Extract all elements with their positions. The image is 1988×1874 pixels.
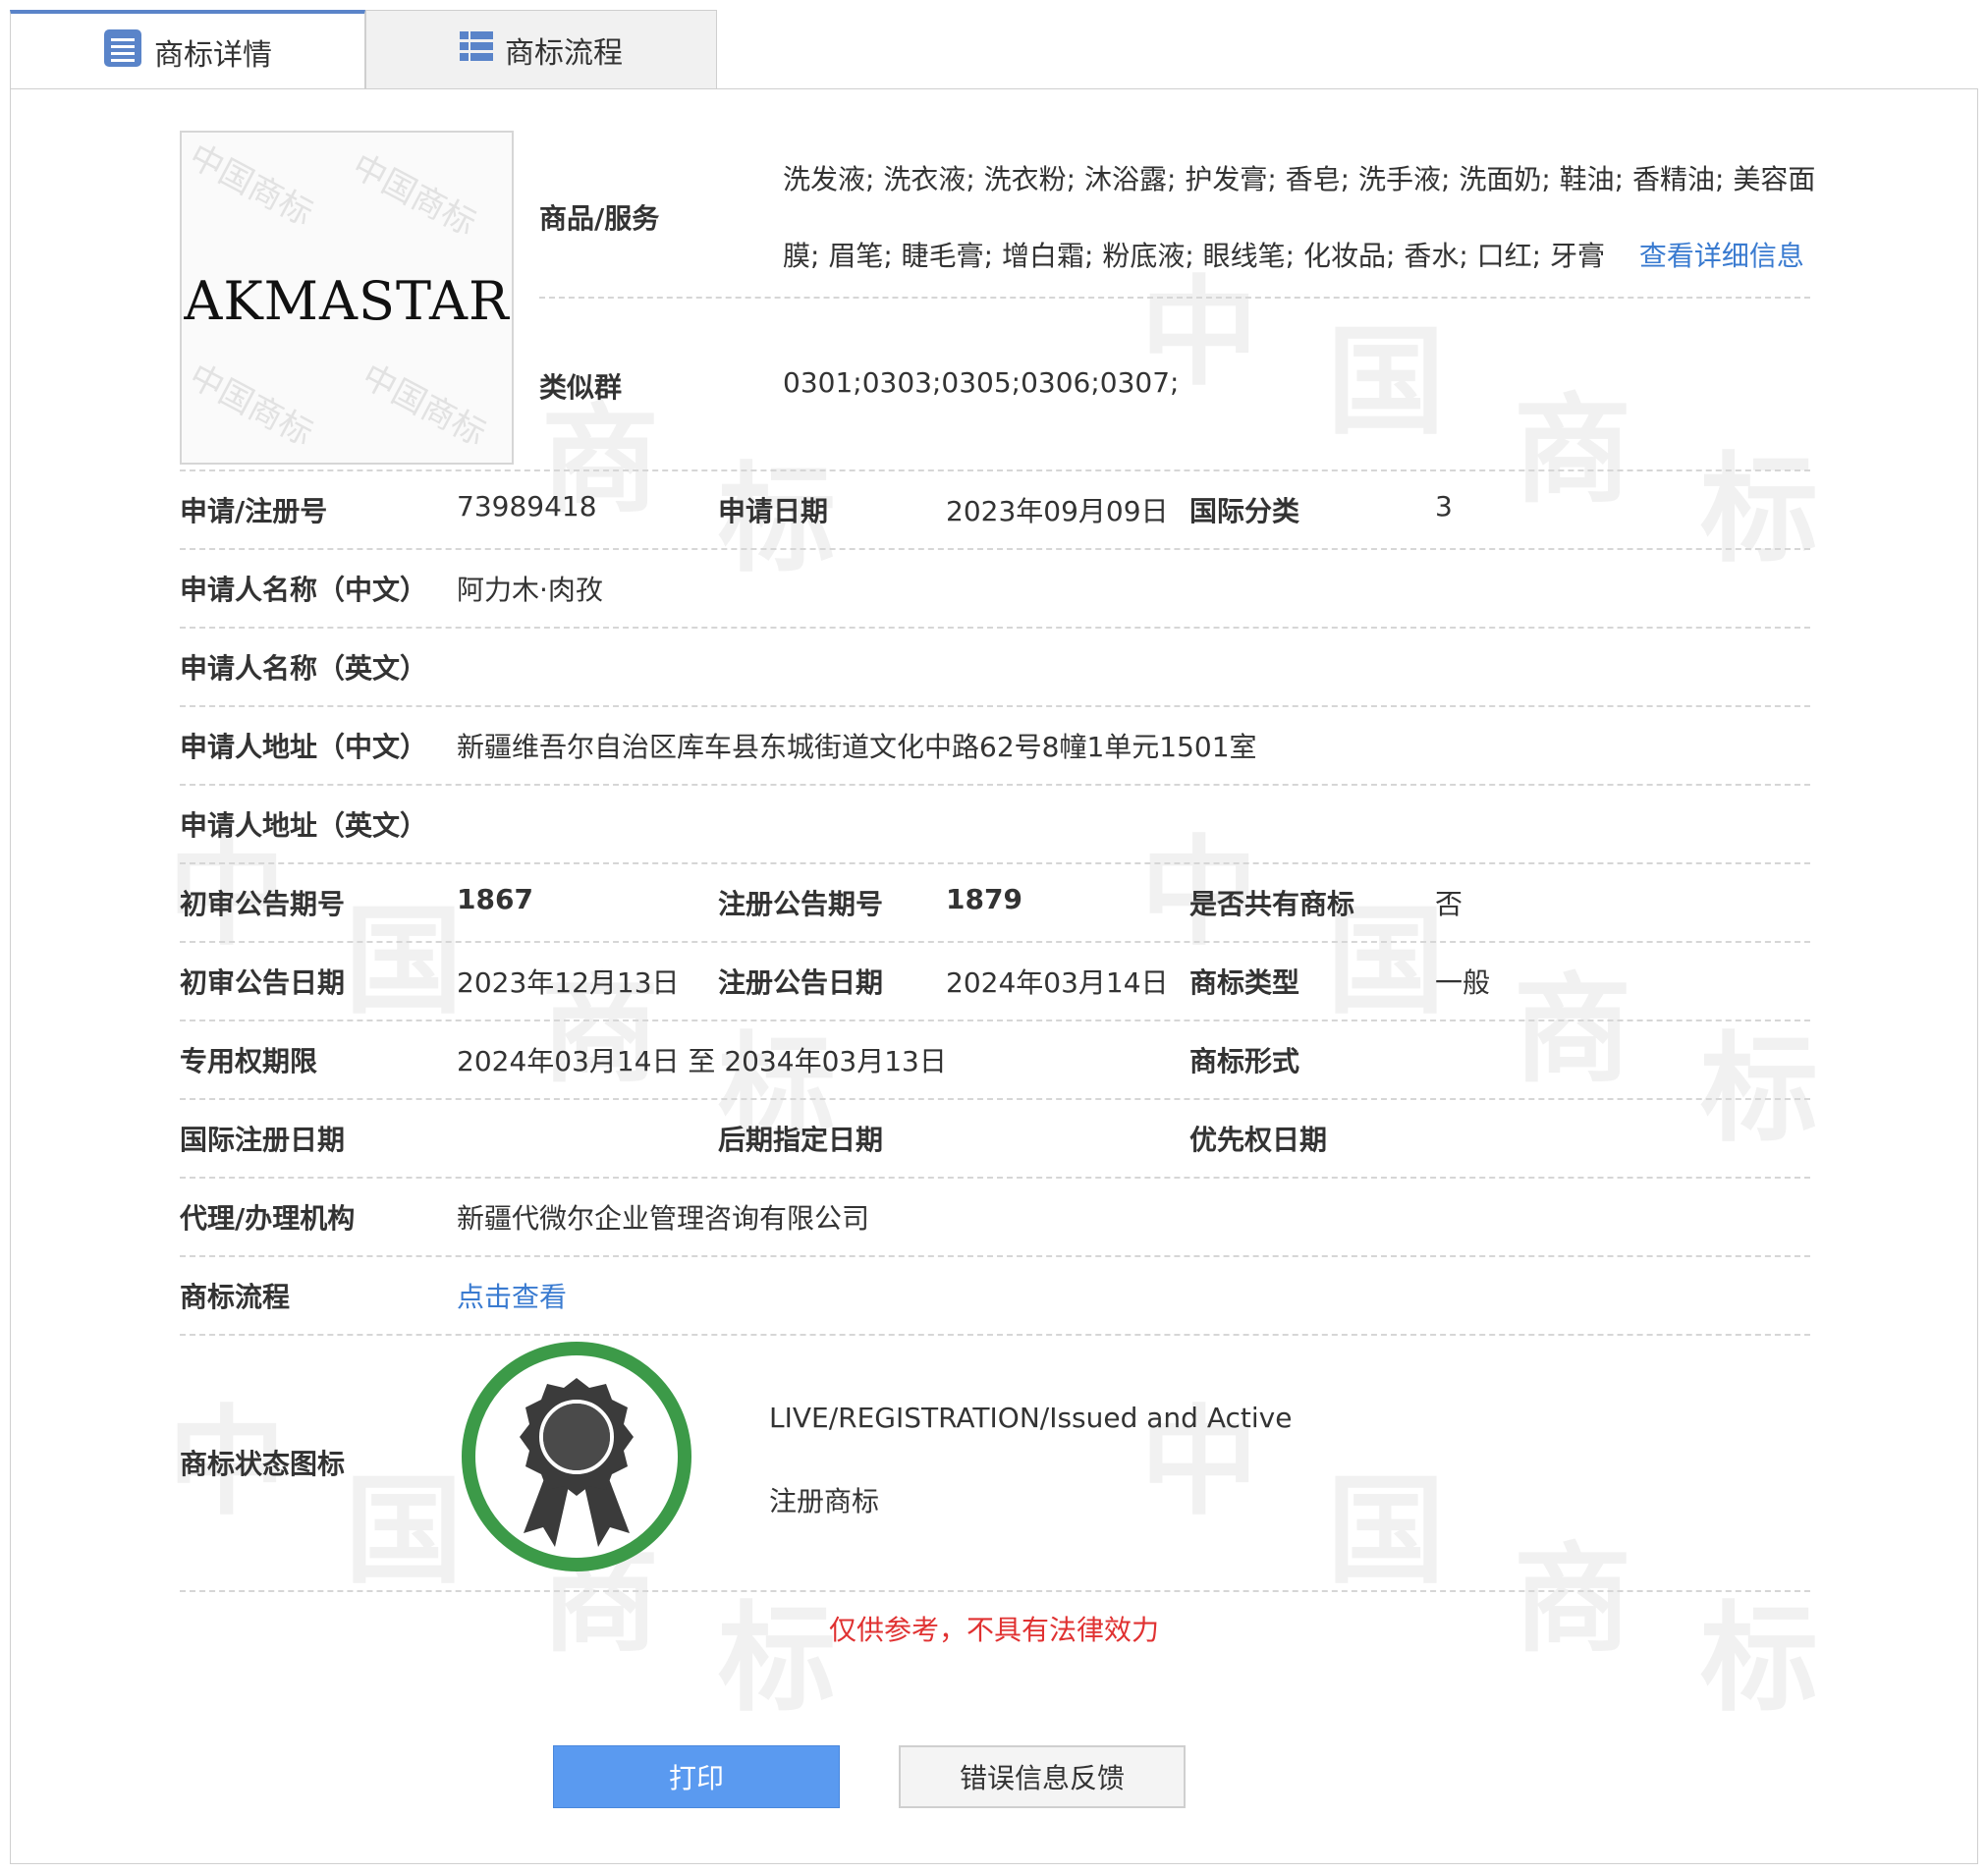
goods-services-label: 商品/服务 xyxy=(539,202,660,235)
reg-no-value: 73989418 xyxy=(457,490,597,523)
registered-badge-icon xyxy=(459,1339,694,1574)
goods-services-line-2: 膜; 眉笔; 睫毛膏; 增白霜; 粉底液; 眼线笔; 化妆品; 香水; 口红; … xyxy=(783,235,1804,274)
print-button[interactable]: 打印 xyxy=(553,1745,840,1808)
tab-label: 商标流程 xyxy=(505,35,623,71)
divider xyxy=(180,1590,1810,1592)
term-label: 专用权期限 xyxy=(180,1045,318,1077)
tab-trademark-flow[interactable]: 商标流程 xyxy=(365,10,717,88)
intl-reg-date-label: 国际注册日期 xyxy=(180,1124,346,1156)
divider xyxy=(180,862,1810,864)
watermark: 标 xyxy=(1700,1591,1818,1728)
grid-icon xyxy=(460,29,493,71)
reg-pub-no-label: 注册公告期号 xyxy=(718,888,884,920)
watermark: 商 xyxy=(1514,383,1631,520)
tm-type-label: 商标类型 xyxy=(1189,966,1300,999)
disclaimer-note: 仅供参考，不具有法律效力 xyxy=(828,1614,1159,1646)
tm-type-value: 一般 xyxy=(1435,966,1491,999)
divider xyxy=(180,1255,1810,1257)
divider xyxy=(539,297,1810,299)
status-en: LIVE/REGISTRATION/Issued and Active xyxy=(769,1402,1293,1434)
watermark: 国 xyxy=(345,894,463,1030)
tm-flow-label: 商标流程 xyxy=(180,1281,291,1313)
divider xyxy=(180,1098,1810,1100)
goods-services-text: 膜; 眉笔; 睫毛膏; 增白霜; 粉底液; 眼线笔; 化妆品; 香水; 口红; … xyxy=(783,240,1606,272)
watermark: 标 xyxy=(1700,442,1818,579)
details-panel: 中 国 商 标 商 标 中 国 商 标 中 国 商 标 中 国 商 标 中 国 … xyxy=(10,88,1978,1864)
logo-watermark: 中国商标 xyxy=(355,357,492,455)
applicant-en-label: 申请人名称（英文） xyxy=(180,652,428,685)
tm-flow-link[interactable]: 点击查看 xyxy=(457,1276,567,1315)
tm-form-label: 商标形式 xyxy=(1189,1045,1300,1077)
reg-pub-date-label: 注册公告日期 xyxy=(718,966,884,999)
agent-value: 新疆代微尔企业管理咨询有限公司 xyxy=(457,1202,870,1235)
watermark: 中 xyxy=(1140,1395,1258,1531)
divider xyxy=(180,469,1810,471)
divider xyxy=(180,1177,1810,1179)
prelim-no-label: 初审公告期号 xyxy=(180,888,346,920)
divider xyxy=(180,941,1810,943)
intl-class-label: 国际分类 xyxy=(1189,495,1300,527)
watermark: 国 xyxy=(1327,314,1445,451)
watermark: 商 xyxy=(1514,1532,1631,1669)
status-cn: 注册商标 xyxy=(769,1485,880,1517)
logo-watermark: 中国商标 xyxy=(182,137,319,235)
address-cn-value: 新疆维吾尔自治区库车县东城街道文化中路62号8幢1单元1501室 xyxy=(457,731,1257,763)
later-date-label: 后期指定日期 xyxy=(718,1124,884,1156)
shared-tm-label: 是否共有商标 xyxy=(1189,888,1355,920)
trademark-wordmark: AKMASTAR xyxy=(184,270,510,332)
applicant-cn-label: 申请人名称（中文） xyxy=(180,574,428,606)
agent-label: 代理/办理机构 xyxy=(180,1202,356,1235)
logo-watermark: 中国商标 xyxy=(182,357,319,455)
divider xyxy=(180,705,1810,707)
status-icon-label: 商标状态图标 xyxy=(180,1448,346,1480)
address-cn-label: 申请人地址（中文） xyxy=(180,731,428,763)
watermark: 国 xyxy=(1327,1463,1445,1600)
prelim-date-value: 2023年12月13日 xyxy=(457,966,680,999)
logo-watermark: 中国商标 xyxy=(345,146,482,245)
intl-class-value: 3 xyxy=(1435,490,1453,523)
reg-pub-no-value: 1879 xyxy=(946,883,1022,915)
divider xyxy=(180,1020,1810,1021)
prelim-no-value: 1867 xyxy=(457,883,533,915)
watermark: 标 xyxy=(718,1591,836,1728)
divider xyxy=(180,784,1810,786)
trademark-image: 中国商标 中国商标 中国商标 中国商标 AKMASTAR xyxy=(180,131,514,465)
reg-pub-date-value: 2024年03月14日 xyxy=(946,966,1169,999)
priority-date-label: 优先权日期 xyxy=(1189,1124,1328,1156)
similar-group-label: 类似群 xyxy=(539,371,623,404)
similar-group-value: 0301;0303;0305;0306;0307; xyxy=(783,366,1180,399)
tab-bar: 商标详情 商标流程 xyxy=(10,10,717,90)
tab-label: 商标详情 xyxy=(154,38,272,73)
goods-services-line-1: 洗发液; 洗衣液; 洗衣粉; 沐浴露; 护发膏; 香皂; 洗手液; 洗面奶; 鞋… xyxy=(783,163,1816,195)
divider xyxy=(180,548,1810,550)
error-feedback-button[interactable]: 错误信息反馈 xyxy=(899,1745,1186,1808)
divider xyxy=(180,627,1810,629)
apply-date-value: 2023年09月09日 xyxy=(946,495,1169,527)
prelim-date-label: 初审公告日期 xyxy=(180,966,346,999)
apply-date-label: 申请日期 xyxy=(718,495,829,527)
address-en-label: 申请人地址（英文） xyxy=(180,809,428,842)
list-icon xyxy=(103,28,142,76)
view-details-link[interactable]: 查看详细信息 xyxy=(1639,240,1804,272)
tab-trademark-details[interactable]: 商标详情 xyxy=(10,10,365,90)
term-value: 2024年03月14日 至 2034年03月13日 xyxy=(457,1045,947,1077)
reg-no-label: 申请/注册号 xyxy=(180,495,328,527)
divider xyxy=(180,1334,1810,1336)
applicant-cn-value: 阿力木·肉孜 xyxy=(457,574,603,606)
watermark: 国 xyxy=(345,1463,463,1600)
shared-tm-value: 否 xyxy=(1435,888,1463,920)
